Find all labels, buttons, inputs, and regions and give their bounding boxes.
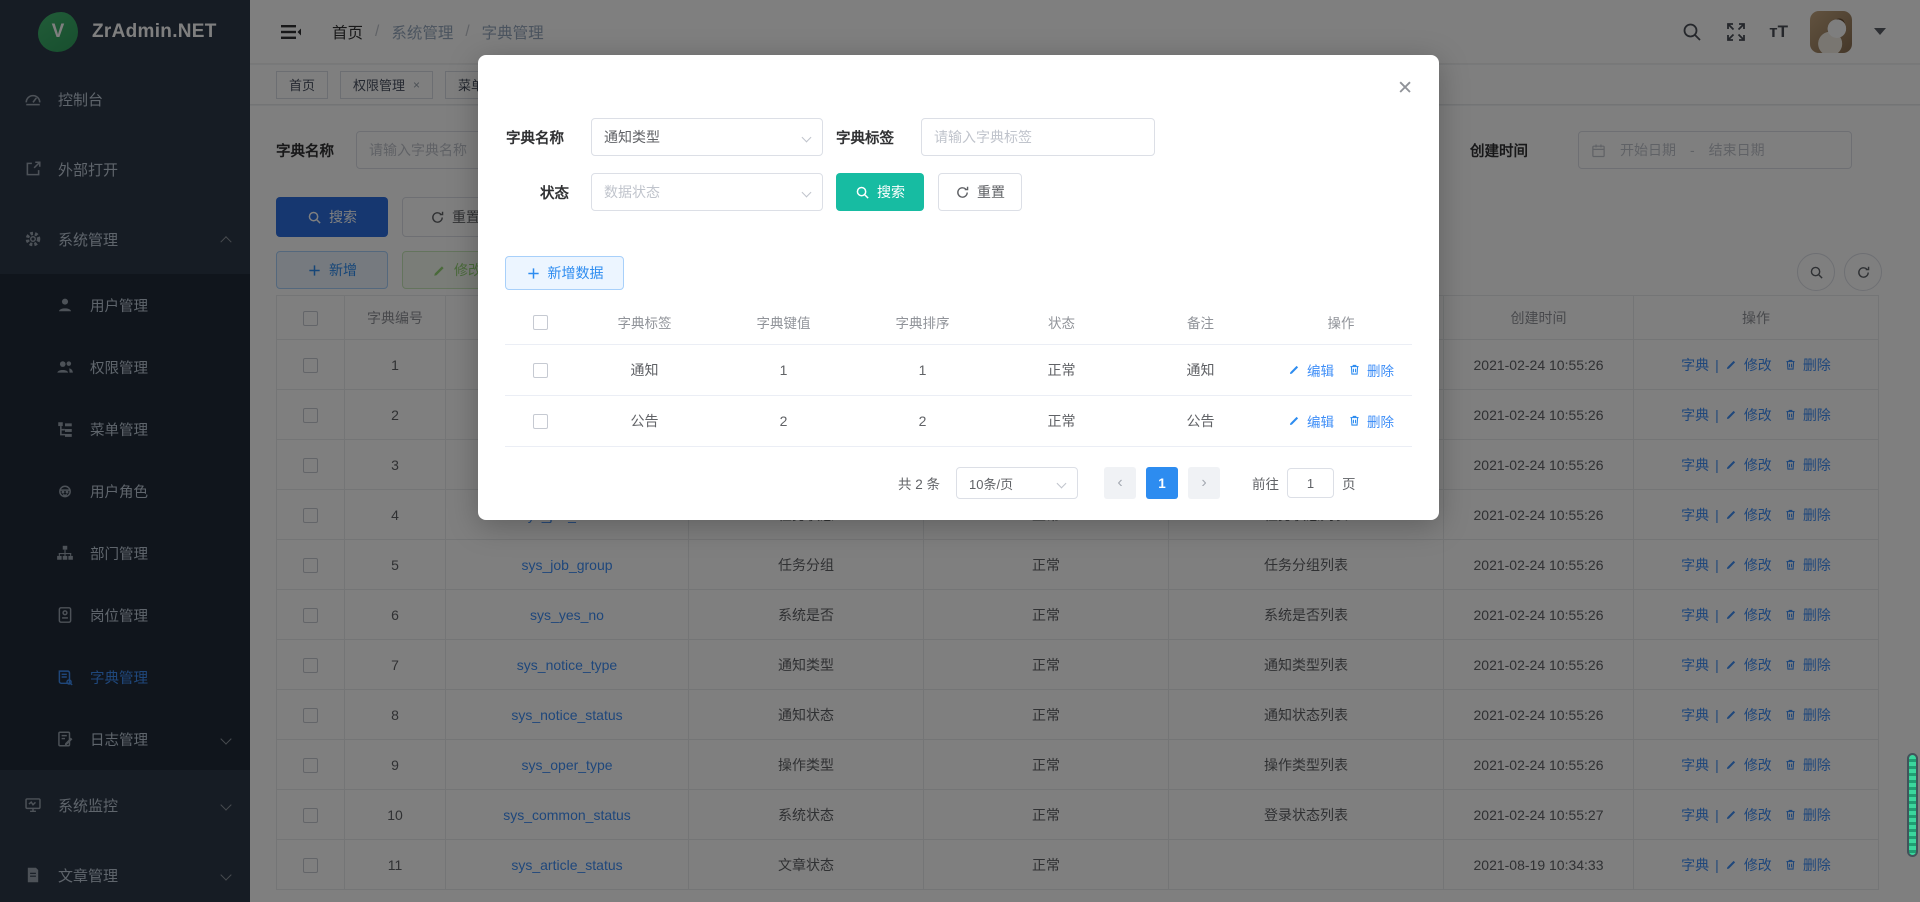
operation-cell: 编辑 删除 [1270,344,1412,395]
dialog-dict-label-label: 字典标签 [836,127,894,148]
dialog-status-label: 状态 [540,182,569,203]
goto-page-input[interactable]: 1 [1287,468,1334,498]
pencil-icon [1288,414,1301,427]
dict-sort-cell: 2 [853,395,992,446]
button-label: 搜索 [877,182,905,202]
dialog-add-data-button[interactable]: 新增数据 [505,256,624,290]
dialog-dict-name-label: 字典名称 [506,127,564,148]
dialog-search-button[interactable]: 搜索 [836,173,924,211]
table-body: 通知 1 1 正常 通知 编辑 删除 [505,344,1412,446]
scrollbar-thumb[interactable] [1907,753,1918,857]
column-header-remark: 备注 [1131,300,1270,344]
dict-label-cell: 通知 [575,344,714,395]
dialog-pagination: 共 2 条 10条/页 ‹ 1 › 前往 1 页 [898,467,1356,499]
chevron-down-icon [802,187,812,197]
chevron-down-icon [1057,478,1067,488]
operation-cell: 编辑 删除 [1270,395,1412,446]
button-label: 重置 [977,182,1005,202]
remark-cell: 公告 [1131,395,1270,446]
dialog-dict-data-table: 字典标签 字典键值 字典排序 状态 备注 操作 通知 1 1 正常 通知 [505,300,1412,447]
button-label: 新增数据 [548,263,604,283]
page-size-select[interactable]: 10条/页 [956,467,1078,499]
status-cell: 正常 [992,395,1131,446]
select-all-checkbox[interactable] [533,315,548,330]
pencil-icon [1288,363,1301,376]
select-value: 10条/页 [969,474,1013,493]
dialog-status-select[interactable]: 数据状态 [591,173,823,211]
edit-row-link[interactable]: 编辑 [1307,360,1334,380]
row-checkbox[interactable] [533,363,548,378]
table-header-row: 字典标签 字典键值 字典排序 状态 备注 操作 [505,300,1412,344]
select-value: 通知类型 [604,127,660,147]
column-header-operation: 操作 [1270,300,1412,344]
delete-row-link[interactable]: 删除 [1367,360,1394,380]
dialog-dict-label-input[interactable]: 请输入字典标签 [921,118,1155,156]
column-header-label: 字典标签 [575,300,714,344]
table-row: 通知 1 1 正常 通知 编辑 删除 [505,344,1412,395]
remark-cell: 通知 [1131,344,1270,395]
edit-row-link[interactable]: 编辑 [1307,411,1334,431]
dict-value-cell: 1 [714,344,853,395]
row-checkbox[interactable] [533,414,548,429]
close-dialog-icon[interactable]: ✕ [1397,79,1413,98]
goto-label: 前往 [1252,473,1279,493]
column-header-value: 字典键值 [714,300,853,344]
chevron-down-icon [802,132,812,142]
row-checkbox-cell [505,395,575,446]
page-number-1[interactable]: 1 [1146,467,1178,499]
dialog-reset-button[interactable]: 重置 [938,173,1022,211]
refresh-icon [955,185,970,200]
prev-page-button[interactable]: ‹ [1104,467,1136,499]
dialog-dict-name-select[interactable]: 通知类型 [591,118,823,156]
dict-value-cell: 2 [714,395,853,446]
dict-label-cell: 公告 [575,395,714,446]
status-cell: 正常 [992,344,1131,395]
search-icon [855,185,870,200]
input-placeholder: 请输入字典标签 [934,127,1032,147]
column-header-sort: 字典排序 [853,300,992,344]
column-header-status: 状态 [992,300,1131,344]
plus-icon [526,266,541,281]
dict-data-dialog: ✕ 字典名称 通知类型 字典标签 请输入字典标签 状态 数据状态 搜索 重置 新… [478,55,1439,520]
delete-row-link[interactable]: 删除 [1367,411,1394,431]
next-page-button[interactable]: › [1188,467,1220,499]
dict-sort-cell: 1 [853,344,992,395]
trash-icon [1348,363,1361,376]
row-checkbox-cell [505,344,575,395]
select-all-checkbox-cell [505,300,575,344]
table-row: 公告 2 2 正常 公告 编辑 删除 [505,395,1412,446]
page-unit-label: 页 [1342,473,1356,493]
trash-icon [1348,414,1361,427]
pagination-total: 共 2 条 [898,473,940,493]
select-placeholder: 数据状态 [604,182,660,202]
